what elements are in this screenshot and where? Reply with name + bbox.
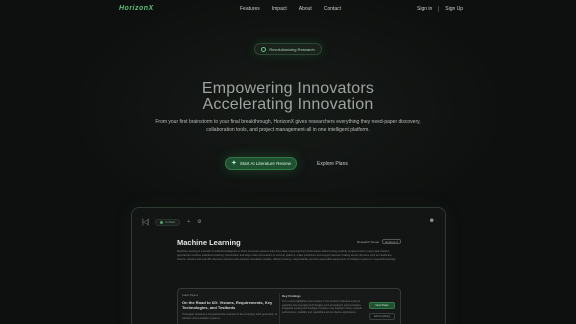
explore-plans-link[interactable]: Explore Plans bbox=[317, 161, 348, 167]
badge-icon bbox=[261, 46, 267, 52]
view-paper-button[interactable]: View Paper bbox=[369, 302, 395, 309]
sign-up-link[interactable]: Sign Up bbox=[445, 6, 463, 12]
doc-tag-label: Untitled bbox=[165, 220, 176, 224]
research-scope-label: Research Scope bbox=[357, 239, 380, 244]
start-review-label: Start AI Literature Review bbox=[239, 161, 291, 166]
doc-actions: Research Scope Explore ▾ bbox=[357, 239, 401, 244]
add-to-library-button[interactable]: Add to Library bbox=[369, 313, 395, 320]
user-avatar-icon[interactable]: ☻ bbox=[429, 218, 435, 224]
nav-link-features[interactable]: Features bbox=[240, 6, 260, 12]
key-findings-heading: Key Findings bbox=[282, 294, 301, 298]
paper-card-label: Latest Papers bbox=[182, 294, 199, 297]
start-review-button[interactable]: ✦ Start AI Literature Review bbox=[225, 157, 297, 170]
auth-links: Sign in Sign Up bbox=[417, 6, 463, 12]
nav-link-contact[interactable]: Contact bbox=[324, 6, 341, 12]
status-dot-icon bbox=[160, 220, 164, 224]
sign-in-link[interactable]: Sign in bbox=[417, 6, 432, 12]
app-preview: |◁| Untitled + ⚙ ☻ Machine Learning Rese… bbox=[131, 207, 446, 324]
preview-toolbar: |◁| Untitled + ⚙ bbox=[142, 218, 202, 226]
hero-subtitle: From your first brainstorm to your final… bbox=[155, 119, 421, 133]
sidebar-toggle-icon[interactable]: |◁| bbox=[142, 218, 149, 226]
hero-badge-label: Revolutionizing Research bbox=[269, 46, 315, 52]
paper-description: This paper presents a comprehensive over… bbox=[182, 313, 278, 320]
hero-badge: Revolutionizing Research bbox=[254, 43, 322, 55]
paper-title[interactable]: On the Road to 6G: Visions, Requirements… bbox=[182, 300, 277, 310]
paper-info: Latest Papers On the Road to 6G: Visions… bbox=[182, 294, 277, 320]
explore-dropdown-label: Explore bbox=[385, 239, 396, 244]
key-findings-text: This review highlights recent studies in… bbox=[282, 300, 362, 314]
auth-divider bbox=[438, 6, 440, 12]
paper-card[interactable]: Latest Papers On the Road to 6G: Visions… bbox=[177, 288, 401, 324]
settings-icon[interactable]: ⚙ bbox=[197, 219, 201, 225]
nav-link-about[interactable]: About bbox=[299, 6, 312, 12]
explore-dropdown[interactable]: Explore ▾ bbox=[382, 239, 401, 244]
doc-title: Machine Learning bbox=[177, 238, 241, 247]
key-findings: Key Findings This review highlights rece… bbox=[282, 294, 362, 314]
top-nav: HorizonX Features Impact About Contact S… bbox=[0, 0, 576, 20]
doc-body: Machine Learning is a branch of artifici… bbox=[177, 250, 397, 261]
doc-tag[interactable]: Untitled bbox=[155, 218, 181, 226]
nav-link-impact[interactable]: Impact bbox=[272, 6, 287, 12]
add-icon[interactable]: + bbox=[187, 219, 190, 225]
hero-title-line-2: Accelerating Innovation bbox=[202, 96, 374, 113]
nav-links: Features Impact About Contact bbox=[240, 6, 341, 12]
plus-icon: ✦ bbox=[231, 160, 237, 167]
brand-logo[interactable]: HorizonX bbox=[119, 5, 154, 12]
card-divider bbox=[279, 293, 280, 324]
